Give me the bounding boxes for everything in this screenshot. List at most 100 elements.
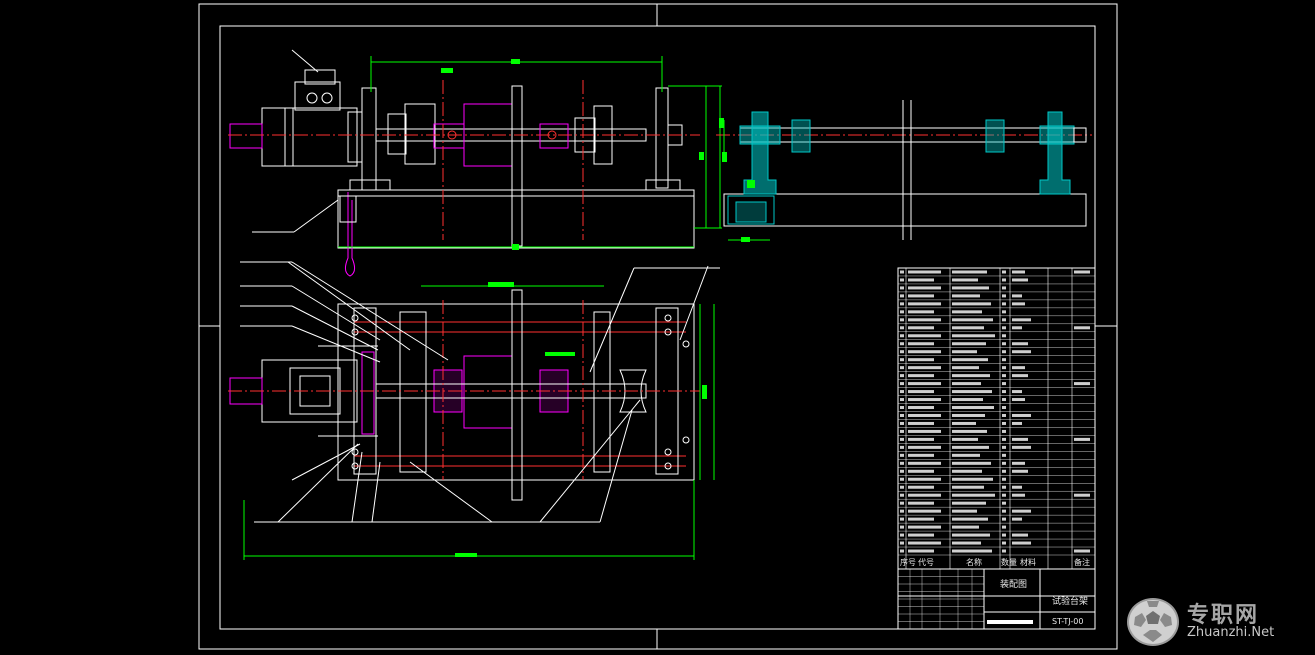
parts-list-seq-text xyxy=(900,326,904,330)
parts-list-code-text xyxy=(908,549,934,553)
parts-list-qty-text xyxy=(1002,421,1006,425)
parts-list-material-text xyxy=(1012,445,1031,449)
parts-list-material-text xyxy=(1012,326,1022,330)
assembly-drawing: 序号 代号 名称 数量 材料 备注 装配图 试验台架 ST-TJ-00 xyxy=(198,3,1118,650)
parts-list-name-text xyxy=(952,294,980,298)
parts-list-name-text xyxy=(952,533,990,537)
parts-list-code-text xyxy=(908,485,934,489)
parts-list-seq-text xyxy=(900,302,904,306)
bolt-left-1 xyxy=(351,314,359,322)
parts-list-material-text xyxy=(1012,270,1025,274)
parts-list-seq-text xyxy=(900,318,904,322)
parts-list-qty-text xyxy=(1002,342,1006,346)
parts-list-seq-text xyxy=(900,477,904,481)
front-motor-flange xyxy=(347,111,363,163)
parts-list-seq-text xyxy=(900,390,904,394)
parts-list-qty-text xyxy=(1002,485,1006,489)
parts-list-code-text xyxy=(908,429,941,433)
parts-list-remark-text xyxy=(1074,549,1090,553)
parts-list-name-text xyxy=(952,509,977,513)
parts-list-seq-text xyxy=(900,406,904,410)
parts-list-name-text xyxy=(952,501,986,505)
parts-list-seq-text xyxy=(900,278,904,282)
parts-list-code-text xyxy=(908,302,941,306)
parts-list-name-text xyxy=(952,421,976,425)
side-left-foot-inner xyxy=(735,201,767,223)
parts-list-header: 材料 xyxy=(1020,557,1036,567)
side-dim-left-label xyxy=(719,118,724,128)
parts-list-code-text xyxy=(908,517,934,521)
watermark: 专职网 Zhuanzhi.Net xyxy=(1125,597,1305,647)
parts-list-name-text xyxy=(952,374,990,378)
side-coupling-left xyxy=(791,119,811,153)
scale-bar xyxy=(987,620,1033,624)
parts-list-code-text xyxy=(908,278,934,282)
parts-list-name-text xyxy=(952,445,989,449)
parts-list-name-text xyxy=(952,517,988,521)
parts-list-name-text xyxy=(952,477,993,481)
parts-list-code-text xyxy=(908,398,941,402)
parts-list-remark-text xyxy=(1074,326,1090,330)
parts-list-seq-text xyxy=(900,294,904,298)
front-sensor-left-hub xyxy=(433,123,465,149)
parts-list-name-text xyxy=(952,350,977,354)
top-dim-mid-label xyxy=(545,352,575,356)
parts-list-material-text xyxy=(1012,437,1028,441)
front-base xyxy=(337,189,695,249)
parts-list-seq-text xyxy=(900,310,904,314)
soccer-ball-icon xyxy=(1127,598,1179,646)
parts-list-qty-text xyxy=(1002,310,1006,314)
parts-list-name-text xyxy=(952,310,982,314)
parts-list-code-text xyxy=(908,270,941,274)
front-motor-fin xyxy=(284,107,294,167)
side-right-hub xyxy=(1039,125,1075,145)
parts-list-material-text xyxy=(1012,469,1028,473)
parts-list-code-text xyxy=(908,493,941,497)
parts-list-code-text xyxy=(908,358,934,362)
parts-list-qty-text xyxy=(1002,358,1006,362)
parts-list-code-text xyxy=(908,294,934,298)
front-middle-support xyxy=(511,85,523,247)
parts-list-seq-text xyxy=(900,429,904,433)
bolt-left-3 xyxy=(351,448,359,456)
front-left-stand-foot xyxy=(349,179,391,191)
parts-list-qty-text xyxy=(1002,541,1006,545)
top-dim-right-label xyxy=(702,385,707,399)
parts-list-qty-text xyxy=(1002,406,1006,410)
parts-list-remark-text xyxy=(1074,493,1090,497)
parts-list-code-text xyxy=(908,350,941,354)
parts-list-seq-text xyxy=(900,453,904,457)
side-left-hub xyxy=(739,125,781,145)
parts-list-name-text xyxy=(952,382,981,386)
side-coupling-right xyxy=(985,119,1005,153)
front-leader-terminal xyxy=(291,49,319,73)
parts-list-qty-text xyxy=(1002,429,1006,433)
parts-list-material-text xyxy=(1012,374,1028,378)
parts-list-seq-text xyxy=(900,549,904,553)
parts-list-material-text xyxy=(1012,421,1022,425)
parts-list: 序号 代号 名称 数量 材料 备注 xyxy=(897,267,1096,570)
parts-list-qty-text xyxy=(1002,398,1006,402)
parts-list-seq-text xyxy=(900,342,904,346)
parts-list-name-text xyxy=(952,541,981,545)
parts-list-code-text xyxy=(908,541,941,545)
bolt-right-3 xyxy=(664,448,672,456)
front-coupling-left xyxy=(404,103,436,165)
parts-list-name-text xyxy=(952,525,979,529)
parts-list-name-text xyxy=(952,334,995,338)
parts-list-code-text xyxy=(908,342,934,346)
parts-list-qty-text xyxy=(1002,525,1006,529)
front-terminal-box xyxy=(294,81,341,111)
top-view xyxy=(228,261,720,560)
parts-list-name-text xyxy=(952,270,987,274)
parts-list-material-text xyxy=(1012,278,1028,282)
parts-list-material-text xyxy=(1012,485,1022,489)
parts-list-name-text xyxy=(952,286,989,290)
parts-list-code-text xyxy=(908,421,934,425)
parts-list-seq-text xyxy=(900,517,904,521)
parts-list-material-text xyxy=(1012,541,1031,545)
parts-list-qty-text xyxy=(1002,382,1006,386)
parts-list-name-text xyxy=(952,461,991,465)
parts-list-seq-text xyxy=(900,501,904,505)
parts-list-code-text xyxy=(908,326,934,330)
